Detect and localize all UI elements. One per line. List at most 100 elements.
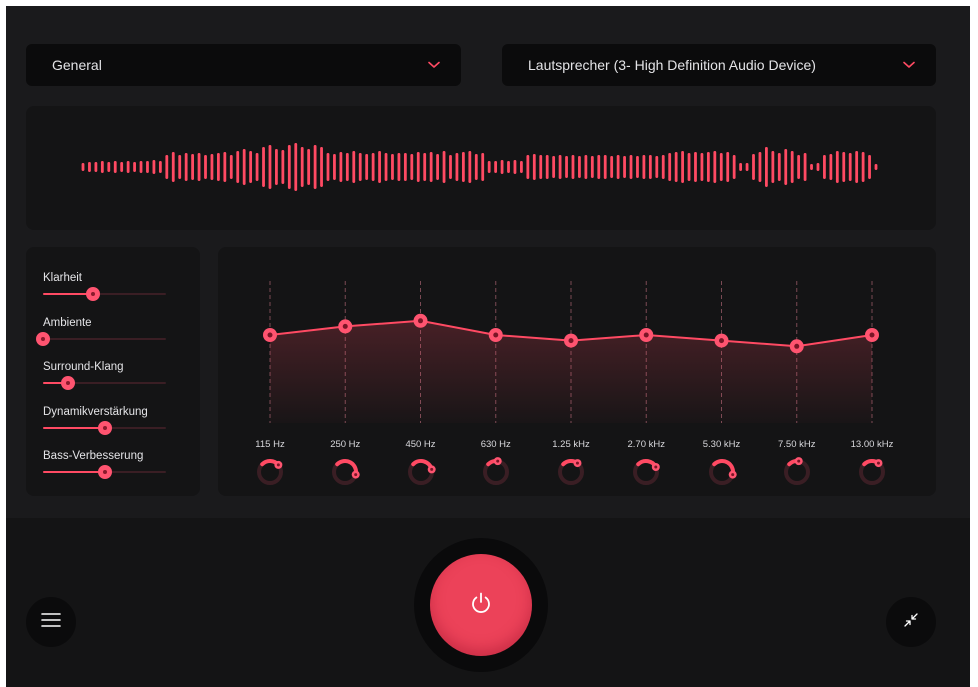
preset-dropdown[interactable]: General [26, 44, 461, 86]
waveform-bar [320, 147, 323, 187]
output-device-dropdown[interactable]: Lautsprecher (3- High Definition Audio D… [502, 44, 936, 86]
waveform-bar [461, 152, 465, 182]
eq-band-knob[interactable] [255, 457, 285, 487]
output-device-label: Lautsprecher (3- High Definition Audio D… [528, 57, 816, 73]
waveform-bar [333, 154, 336, 180]
waveform-bar [565, 156, 568, 178]
waveform-bar [88, 162, 91, 172]
waveform-bar [700, 153, 704, 181]
waveform-bar [313, 145, 317, 189]
waveform-bar [661, 155, 665, 179]
eq-band-knob[interactable] [857, 457, 887, 487]
waveform-bar [558, 155, 562, 179]
waveform-bar [552, 156, 556, 178]
waveform-bar [674, 152, 678, 182]
eq-band-handle[interactable] [263, 328, 277, 342]
waveform-bar [416, 152, 420, 182]
waveform-bar [403, 153, 407, 181]
waveform-bar [94, 162, 98, 172]
waveform-bar [848, 153, 852, 181]
eq-band-knob[interactable] [707, 457, 737, 487]
slider-thumb[interactable] [36, 331, 50, 346]
waveform-bar [249, 151, 253, 183]
eq-band-knob[interactable] [330, 457, 360, 487]
eq-band-handle[interactable] [564, 333, 578, 348]
waveform-bar [681, 151, 684, 183]
waveform-bar [758, 152, 762, 182]
waveform-bar [810, 164, 813, 170]
waveform-bar [339, 152, 343, 182]
eq-band-handle[interactable] [714, 333, 729, 348]
waveform-bar [687, 153, 691, 181]
waveform-bar [739, 163, 743, 171]
slider-label: Ambiente [43, 316, 92, 329]
eq-frequency-label: 115 Hz [255, 439, 285, 450]
waveform-bar [236, 151, 240, 183]
slider-thumb[interactable] [97, 465, 112, 479]
effect-slider[interactable] [36, 331, 166, 346]
slider-thumb[interactable] [86, 287, 101, 301]
eq-band-handle[interactable] [639, 328, 654, 342]
waveform-bar [255, 153, 259, 181]
waveform-bar [706, 152, 710, 182]
waveform-bar [507, 161, 510, 173]
waveform-bar [571, 155, 575, 179]
waveform-bar [378, 151, 381, 183]
effect-slider[interactable] [43, 465, 166, 479]
waveform-bar [732, 155, 736, 179]
hamburger-menu-icon [41, 612, 61, 632]
waveform-bar [648, 155, 652, 179]
waveform-bar [616, 155, 620, 179]
waveform-bar [539, 155, 543, 179]
eq-band-knob[interactable] [782, 457, 812, 487]
waveform-bar [655, 156, 659, 178]
minimize-button[interactable] [886, 597, 936, 647]
eq-band-knob[interactable] [406, 457, 436, 487]
waveform-bar [855, 151, 859, 183]
waveform-bar [584, 155, 588, 179]
waveform-bar [455, 153, 459, 181]
equalizer-panel: 115 Hz 250 Hz 450 Hz 630 Hz 1.25 kHz 2.70 kHz… [218, 247, 936, 496]
eq-band-handle[interactable] [338, 319, 353, 334]
eq-band-handle[interactable] [865, 328, 879, 342]
menu-button[interactable] [26, 597, 76, 647]
waveform-bar [629, 155, 633, 179]
waveform-bar [520, 161, 523, 173]
waveform-visualizer [81, 143, 878, 191]
eq-band-handle[interactable] [488, 328, 503, 342]
waveform-bar [229, 155, 233, 179]
waveform-bar [120, 162, 124, 172]
waveform-bar [139, 161, 143, 173]
effect-slider[interactable] [43, 420, 166, 435]
power-button-ring [414, 538, 548, 672]
waveform-panel [26, 106, 936, 230]
waveform-bar [300, 147, 304, 187]
waveform-bar [423, 153, 427, 181]
eq-band-handle[interactable] [789, 339, 804, 354]
waveform-bar [197, 153, 201, 181]
waveform-bar [113, 161, 117, 173]
eq-band-knob[interactable] [631, 457, 661, 487]
eq-band-handle[interactable] [413, 313, 428, 328]
slider-label: Surround-Klang [43, 361, 124, 373]
waveform-bar [797, 155, 801, 179]
waveform-bar [532, 154, 536, 180]
waveform-bar [777, 153, 781, 181]
effect-slider[interactable] [43, 376, 166, 390]
power-button[interactable] [430, 554, 532, 656]
waveform-bar [326, 153, 330, 181]
slider-thumb[interactable] [60, 376, 75, 390]
waveform-bar [578, 156, 581, 178]
waveform-bar [603, 155, 607, 179]
slider-thumb[interactable] [97, 420, 112, 435]
waveform-bar [803, 153, 807, 181]
eq-band-knob[interactable] [481, 457, 511, 487]
waveform-bar [133, 162, 136, 172]
eq-band-knob[interactable] [556, 457, 586, 487]
waveform-bar [752, 154, 755, 180]
waveform-bar [449, 155, 452, 179]
waveform-bar [719, 153, 723, 181]
effect-slider[interactable] [43, 287, 166, 301]
effects-panel: Klarheit Ambiente Surround-Klang Dynamikver… [26, 247, 200, 496]
waveform-bar [210, 154, 214, 180]
